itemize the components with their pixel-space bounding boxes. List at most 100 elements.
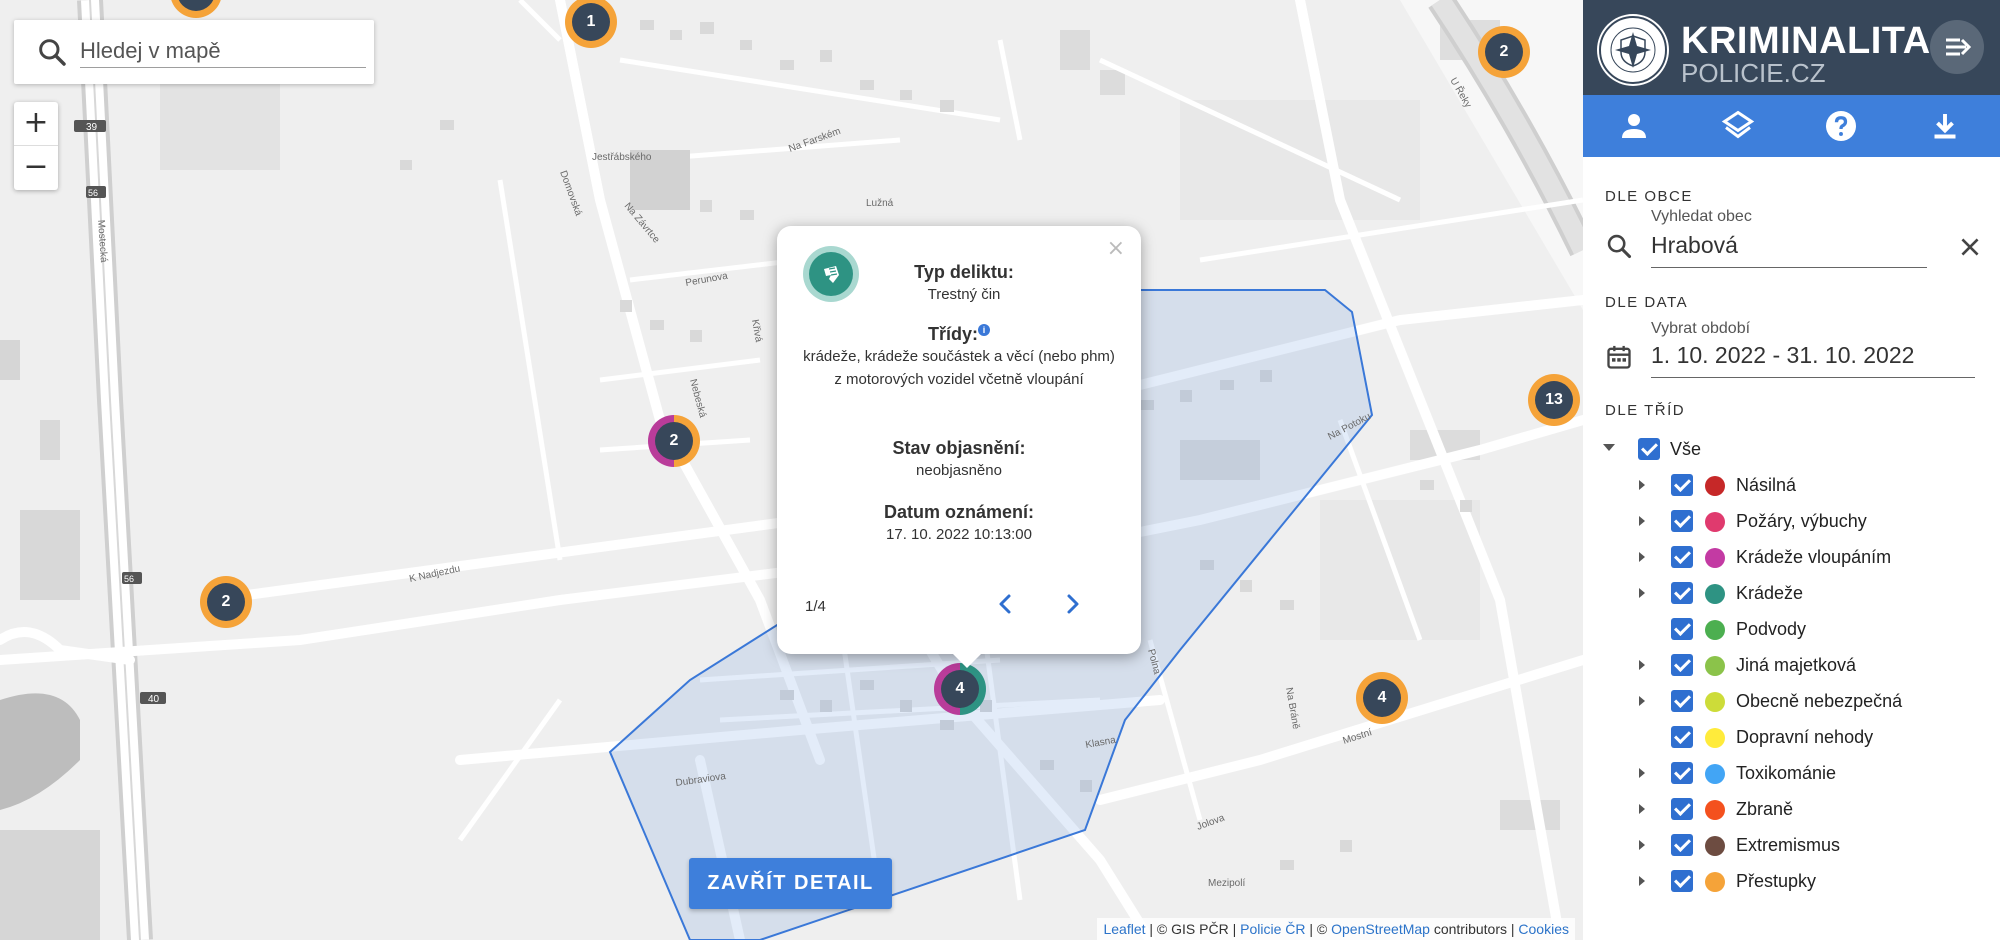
- class-color-dot: [1705, 800, 1725, 820]
- tree-row-class[interactable]: Toxikománie: [1583, 756, 2000, 792]
- municipality-input[interactable]: Hrabová: [1651, 232, 1927, 268]
- osm-link[interactable]: OpenStreetMap: [1331, 921, 1430, 937]
- class-checkbox[interactable]: [1671, 546, 1693, 568]
- expand-caret-icon[interactable]: [1639, 876, 1645, 886]
- tree-row-class[interactable]: Dopravní nehody: [1583, 720, 2000, 756]
- layers-icon[interactable]: [1720, 108, 1756, 144]
- cluster-count: 4: [941, 670, 979, 708]
- popup-classes: Třídy: i krádeže, krádeže součástek a věc…: [799, 324, 1119, 391]
- popup-date-value: 17. 10. 2022 10:13:00: [886, 526, 1032, 543]
- marker-cluster[interactable]: 2: [1478, 26, 1530, 78]
- expand-caret-icon[interactable]: [1639, 588, 1645, 598]
- marker-cluster[interactable]: 2: [200, 576, 252, 628]
- class-color-dot: [1705, 476, 1725, 496]
- expand-caret-icon[interactable]: [1639, 516, 1645, 526]
- section-classes: DLE TŘÍD: [1605, 402, 1686, 419]
- popup-status-value: neobjasněno: [916, 462, 1002, 479]
- chevron-right-icon[interactable]: [1053, 584, 1093, 624]
- tree-row-class[interactable]: Obecně nebezpečná: [1583, 684, 2000, 720]
- road-label: Jestřábského: [592, 152, 652, 163]
- section-municipality: DLE OBCE: [1605, 188, 1693, 205]
- expand-caret-icon[interactable]: [1603, 444, 1615, 451]
- class-checkbox[interactable]: [1671, 582, 1693, 604]
- class-checkbox[interactable]: [1671, 654, 1693, 676]
- expand-caret-icon[interactable]: [1639, 840, 1645, 850]
- date-label: Vybrat období: [1651, 320, 1751, 337]
- tree-row-class[interactable]: Násilná: [1583, 468, 2000, 504]
- zoom-out-button[interactable]: −: [14, 146, 58, 190]
- expand-caret-icon[interactable]: [1639, 804, 1645, 814]
- help-icon[interactable]: [1823, 108, 1859, 144]
- date-range-input[interactable]: 1. 10. 2022 - 31. 10. 2022: [1651, 342, 1975, 378]
- class-checkbox[interactable]: [1671, 618, 1693, 640]
- class-checkbox[interactable]: [1671, 726, 1693, 748]
- class-label: Extremismus: [1736, 835, 1841, 855]
- class-label: Podvody: [1736, 619, 1807, 639]
- popup-status: Stav objasnění: neobjasněno: [799, 438, 1119, 482]
- map-search-input[interactable]: [80, 34, 366, 68]
- sidebar-toolbar: [1583, 95, 2000, 157]
- expand-caret-icon[interactable]: [1639, 660, 1645, 670]
- info-icon[interactable]: i: [978, 324, 990, 336]
- policie-link[interactable]: Policie ČR: [1240, 921, 1305, 937]
- person-icon[interactable]: [1616, 108, 1652, 144]
- marker-cluster[interactable]: 2: [648, 415, 700, 467]
- close-detail-button[interactable]: ZAVŘÍT DETAIL: [689, 858, 892, 909]
- checkbox-all[interactable]: [1638, 438, 1660, 460]
- tree-row-class[interactable]: Zbraně: [1583, 792, 2000, 828]
- cluster-count: 1: [572, 3, 610, 41]
- tree-row-class[interactable]: Podvody: [1583, 612, 2000, 648]
- map-search: [14, 20, 374, 84]
- clear-icon[interactable]: [1957, 234, 1983, 260]
- tree-row-class[interactable]: Přestupky: [1583, 864, 2000, 900]
- marker-cluster[interactable]: 4: [1356, 672, 1408, 724]
- calendar-icon: [1607, 345, 1631, 369]
- download-icon[interactable]: [1927, 108, 1963, 144]
- tree-row-class[interactable]: Extremismus: [1583, 828, 2000, 864]
- municipality-label: Vyhledat obec: [1651, 208, 1752, 225]
- marker-cluster-selected[interactable]: 4: [934, 663, 986, 715]
- collapse-sidebar-button[interactable]: [1930, 20, 1984, 74]
- zoom-in-button[interactable]: +: [14, 102, 58, 146]
- popup-type-value: Trestný čin: [927, 286, 1001, 303]
- tree-row-class[interactable]: Krádeže: [1583, 576, 2000, 612]
- class-color-dot: [1705, 584, 1725, 604]
- cluster-count: 2: [207, 583, 245, 621]
- search-icon: [1607, 234, 1632, 259]
- chevron-left-icon[interactable]: [985, 584, 1025, 624]
- popup-status-label: Stav objasnění:: [892, 438, 1026, 458]
- cluster-count: 2: [655, 422, 693, 460]
- incident-popup: × Typ deliktu: Trestný čin Třídy: i kráde…: [777, 226, 1141, 668]
- class-checkbox[interactable]: [1671, 798, 1693, 820]
- tree-row-class[interactable]: Požáry, výbuchy: [1583, 504, 2000, 540]
- expand-caret-icon[interactable]: [1639, 480, 1645, 490]
- marker-cluster[interactable]: 13: [1528, 374, 1580, 426]
- expand-caret-icon[interactable]: [1639, 552, 1645, 562]
- class-label: Obecně nebezpečná: [1736, 691, 1903, 711]
- app-subtitle: POLICIE.CZ: [1681, 58, 1826, 88]
- leaflet-link[interactable]: Leaflet: [1103, 921, 1145, 937]
- expand-caret-icon[interactable]: [1639, 768, 1645, 778]
- tree-row-class[interactable]: Jiná majetková: [1583, 648, 2000, 684]
- class-checkbox[interactable]: [1671, 870, 1693, 892]
- popup-close-button[interactable]: ×: [1107, 236, 1125, 261]
- popup-type-label: Typ deliktu:: [914, 262, 1014, 282]
- class-checkbox[interactable]: [1671, 474, 1693, 496]
- popup-date: Datum oznámení: 17. 10. 2022 10:13:00: [799, 502, 1119, 546]
- map-canvas[interactable]: 39 56 56 40 Jestřábského Na Farském Lužn…: [0, 0, 1583, 940]
- class-checkbox[interactable]: [1671, 510, 1693, 532]
- class-color-dot: [1705, 548, 1725, 568]
- tree-row-class[interactable]: Krádeže vloupáním: [1583, 540, 2000, 576]
- police-logo: [1597, 14, 1669, 86]
- class-checkbox[interactable]: [1671, 690, 1693, 712]
- class-color-dot: [1705, 656, 1725, 676]
- route-shield-39: 39: [86, 122, 98, 133]
- tree-row-all[interactable]: Vše: [1583, 432, 2000, 468]
- popup-type: Typ deliktu: Trestný čin: [847, 262, 1081, 306]
- route-shield-40: 40: [148, 694, 160, 705]
- class-label: Jiná majetková: [1736, 655, 1857, 675]
- cookies-link[interactable]: Cookies: [1518, 921, 1569, 937]
- expand-caret-icon[interactable]: [1639, 696, 1645, 706]
- class-checkbox[interactable]: [1671, 762, 1693, 784]
- class-checkbox[interactable]: [1671, 834, 1693, 856]
